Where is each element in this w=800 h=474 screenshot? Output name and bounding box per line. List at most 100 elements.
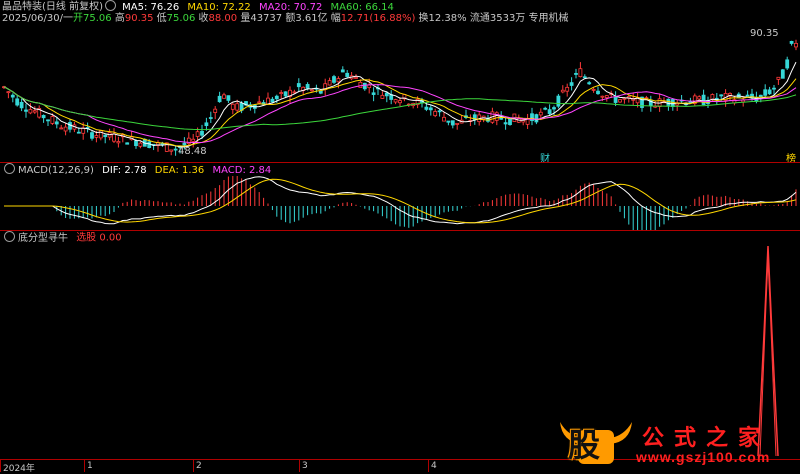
candle-body — [15, 98, 20, 106]
candle-body — [785, 59, 790, 69]
tick-month-2: 2 — [196, 461, 202, 471]
low-price-marker: 48.48 — [178, 146, 207, 157]
macd-title: MACD(12,26,9) — [18, 164, 94, 176]
change-label: 幅 — [330, 13, 341, 24]
logo-site-name: 公式之家 — [642, 425, 771, 451]
candle-body — [780, 69, 785, 79]
high-value: 90.35 — [124, 13, 154, 24]
candle-body — [160, 143, 165, 146]
candle-body — [618, 99, 622, 103]
volume-value: 43737 — [250, 13, 283, 24]
turnover-value: 换12.38% — [418, 13, 467, 24]
candle-body — [745, 94, 750, 97]
candle-body — [547, 109, 552, 115]
candle-body — [587, 82, 592, 85]
candle-body — [46, 119, 50, 122]
candle-body — [336, 78, 341, 83]
candle-body — [274, 95, 279, 100]
candle-body — [10, 94, 15, 98]
candle-body — [552, 107, 556, 110]
ma5-label: MA5: 76.26 — [122, 1, 180, 13]
candle-body — [50, 116, 55, 124]
candle-body — [543, 107, 548, 110]
ma10-label: MA10: 72.22 — [187, 1, 251, 13]
candle-body — [534, 114, 539, 123]
indicator-settings-icon[interactable] — [4, 231, 15, 242]
candle-body — [560, 89, 565, 93]
main-divider — [0, 162, 800, 163]
close-label: 收 — [198, 13, 209, 24]
macd-settings-icon[interactable] — [4, 163, 15, 174]
candle-body — [283, 91, 288, 97]
tick-month-4: 4 — [431, 461, 437, 471]
candle-body — [230, 103, 235, 110]
candle-body — [305, 84, 310, 89]
candle-body — [345, 72, 350, 77]
candle-body — [28, 109, 33, 114]
candle-body — [384, 92, 389, 97]
close-value: 88.00 — [208, 13, 238, 24]
indicator-header: 底分型寻牛 选股 0.00 — [2, 231, 122, 245]
macd-header: MACD(12,26,9) DIF: 2.78 DEA: 1.36 MACD: … — [2, 163, 276, 177]
candle-body — [424, 106, 429, 110]
candle-body — [719, 94, 724, 97]
candle-body — [354, 77, 358, 79]
float-shares: 流通3533万 — [469, 13, 526, 24]
candle-body — [222, 94, 226, 99]
candle-body — [503, 122, 508, 125]
candle-body — [125, 142, 130, 145]
indicator-title: 底分型寻牛 — [18, 232, 68, 244]
tick-line — [0, 460, 1, 472]
candle-body — [318, 90, 323, 94]
candle-body — [213, 108, 218, 113]
candle-body — [169, 149, 174, 152]
tick-line — [84, 460, 85, 472]
macd-dea: DEA: 1.36 — [154, 164, 205, 176]
candle-body — [767, 89, 772, 95]
macd-divider — [0, 230, 800, 231]
amount-label: 额 — [285, 13, 296, 24]
candle-body — [138, 142, 143, 147]
candle-body — [6, 91, 11, 94]
candle-body — [789, 40, 794, 44]
candle-body — [208, 117, 213, 119]
candle-body — [358, 81, 363, 88]
candle-body — [604, 95, 609, 98]
candle-body — [32, 110, 37, 113]
macd-chart[interactable] — [0, 176, 800, 230]
candle-body — [591, 88, 596, 91]
candle-body — [538, 111, 543, 116]
settings-circle-icon[interactable] — [104, 0, 116, 11]
candle-body — [200, 130, 204, 136]
candle-body — [697, 96, 702, 100]
candle-body — [582, 76, 587, 79]
candle-body — [24, 109, 28, 112]
candle-body — [292, 91, 297, 94]
stock-title: 晶品特装(日线 前复权) — [2, 1, 103, 13]
tick-line — [428, 460, 429, 472]
tick-month-1: 1 — [87, 461, 93, 471]
high-price-marker: 90.35 — [750, 28, 779, 39]
candle-body — [59, 127, 64, 130]
candle-body — [54, 121, 59, 125]
candle-body — [367, 84, 372, 89]
candle-body — [310, 89, 314, 92]
candle-body — [446, 120, 451, 123]
low-value: 75.06 — [166, 13, 196, 24]
candle-body — [763, 89, 768, 96]
candle-body — [327, 80, 332, 86]
candle-body — [19, 101, 24, 109]
candle-body — [332, 76, 336, 83]
candle-body — [578, 68, 583, 78]
candle-body — [41, 115, 46, 119]
candle-body — [182, 142, 187, 146]
candle-body — [666, 98, 671, 106]
candle-body — [622, 97, 627, 100]
candle-body — [442, 116, 446, 122]
candle-body — [596, 90, 600, 95]
candle-body — [103, 134, 108, 138]
candle-body — [279, 92, 284, 94]
candle-body — [398, 100, 402, 104]
price-candlestick-chart[interactable] — [0, 26, 800, 162]
candle-body — [257, 101, 262, 104]
